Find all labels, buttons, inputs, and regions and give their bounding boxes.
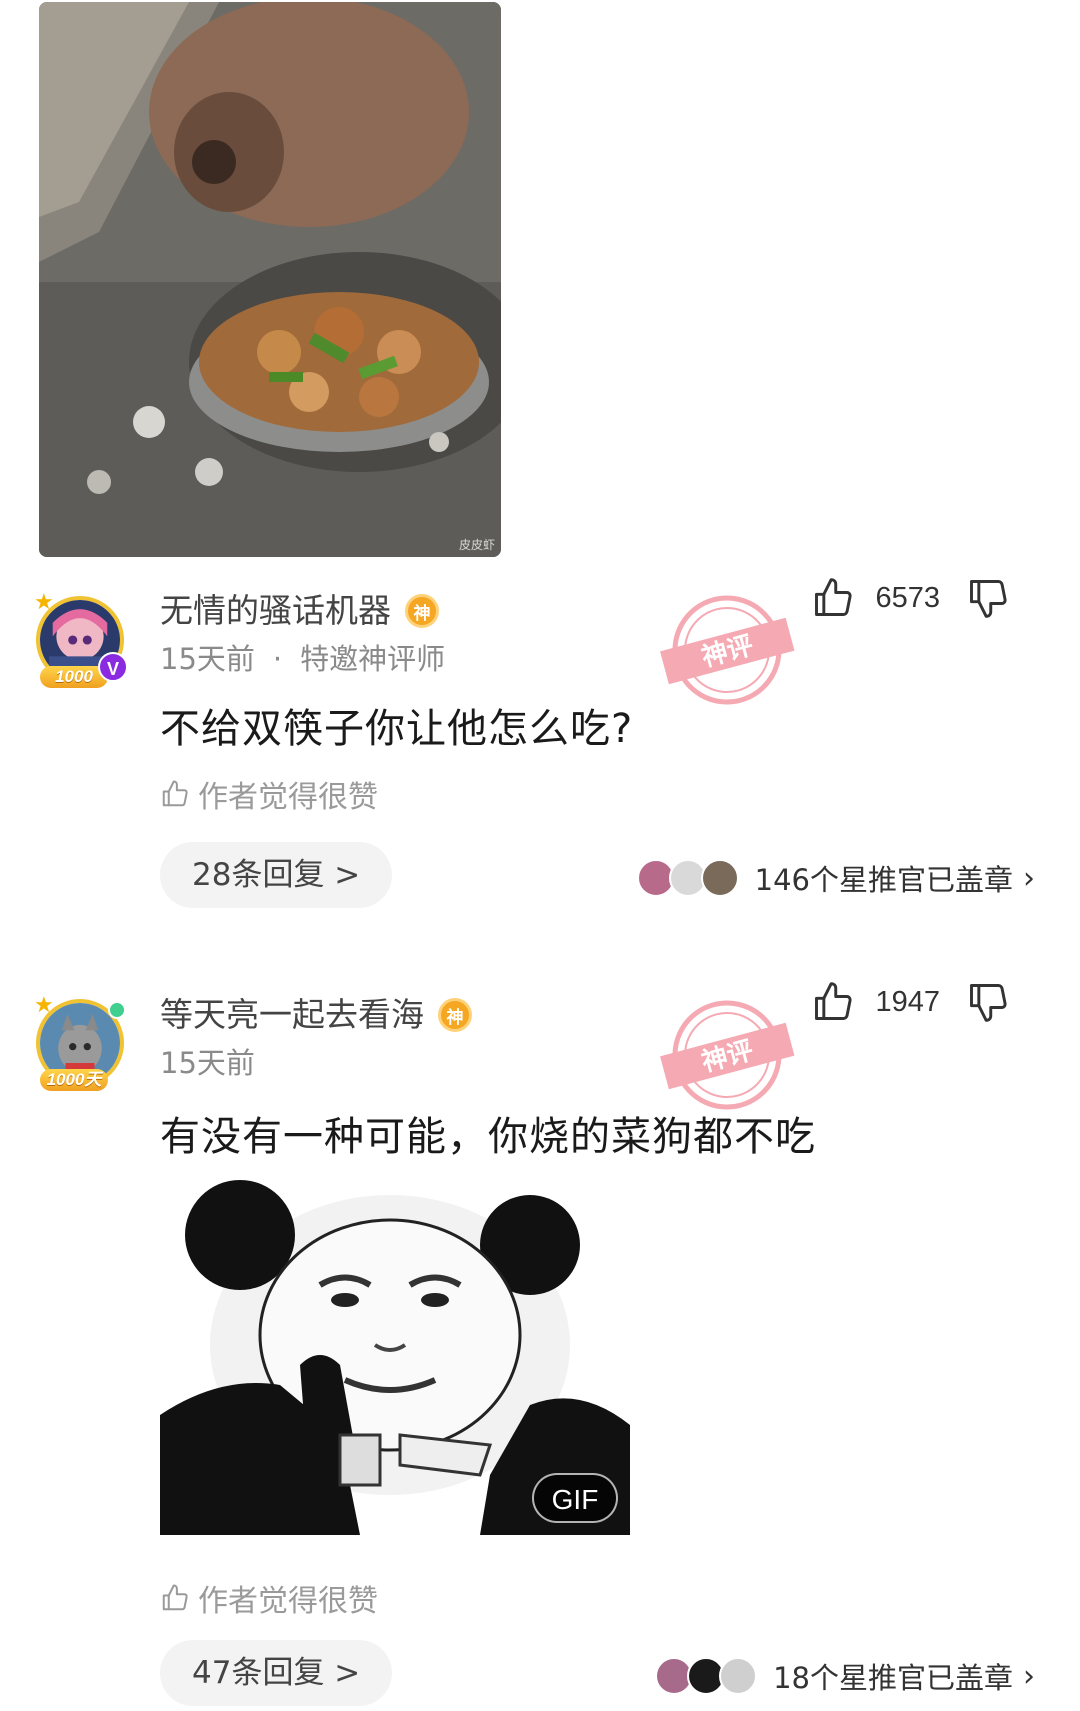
stampers-text: 146个星推官已盖章 xyxy=(754,863,1013,897)
vote-box: 1947 xyxy=(811,980,1010,1024)
gif-image[interactable]: GIF xyxy=(160,1175,630,1535)
meta-separator: · xyxy=(272,642,283,676)
stamper-avatars xyxy=(655,1657,758,1695)
user-tag: 特邀神评师 xyxy=(300,642,446,676)
shen-badge-icon: 神 xyxy=(438,998,472,1032)
comment-text[interactable]: 不给双筷子你让他怎么吃? xyxy=(160,696,633,754)
avatar[interactable]: ★ 1000天 xyxy=(30,993,130,1093)
stamp-text: 神评 xyxy=(699,631,757,673)
vote-box: 6573 xyxy=(811,576,1010,620)
username[interactable]: 等天亮一起去看海神 xyxy=(160,988,472,1036)
avatar-days-badge: 1000天 xyxy=(40,1069,108,1091)
avatar[interactable]: ★ 1000 V xyxy=(30,590,130,690)
stamper-avatar xyxy=(719,1657,758,1695)
vip-badge: V xyxy=(98,652,128,682)
replies-button[interactable]: 47条回复 > xyxy=(160,1640,393,1706)
thumbs-up-icon[interactable] xyxy=(811,576,855,620)
shenping-stamp: 神评 xyxy=(660,595,795,705)
comment-text[interactable]: 有没有一种可能，你烧的菜狗都不吃 xyxy=(160,1104,816,1162)
comment-meta: 15天前 · 特邀神评师 xyxy=(160,636,445,678)
username-text: 无情的骚话机器 xyxy=(160,591,391,630)
post-photo[interactable]: 皮皮虾 xyxy=(39,2,501,557)
chevron-right-icon: › xyxy=(1023,860,1035,896)
thumbs-up-outline-icon xyxy=(162,780,188,807)
comment-time: 15天前 xyxy=(160,642,255,676)
like-count: 1947 xyxy=(875,985,940,1018)
stamp-text: 神评 xyxy=(699,1036,757,1078)
username[interactable]: 无情的骚话机器神 xyxy=(160,584,439,632)
thumbs-down-icon[interactable] xyxy=(966,980,1010,1024)
star-icon: ★ xyxy=(34,590,54,615)
shenping-stamp: 神评 xyxy=(660,1000,795,1110)
stampers-row[interactable]: 146个星推官已盖章 › xyxy=(636,857,1035,899)
stamper-avatar xyxy=(700,859,739,897)
online-status-icon xyxy=(108,1001,126,1019)
comment-meta: 15天前 xyxy=(160,1040,255,1082)
author-liked-text: 作者觉得很赞 xyxy=(198,780,378,815)
chevron-right-icon: › xyxy=(1023,1658,1035,1694)
gif-label: GIF xyxy=(532,1473,618,1523)
like-count: 6573 xyxy=(875,581,940,614)
thumbs-up-icon[interactable] xyxy=(811,980,855,1024)
shen-badge-icon: 神 xyxy=(405,594,439,628)
author-liked: 作者觉得很赞 xyxy=(160,1576,378,1620)
stampers-row[interactable]: 18个星推官已盖章 › xyxy=(655,1655,1035,1697)
stamper-avatars xyxy=(636,859,739,897)
username-text: 等天亮一起去看海 xyxy=(160,995,424,1034)
comment-time: 15天前 xyxy=(160,1046,255,1080)
thumbs-down-icon[interactable] xyxy=(966,576,1010,620)
replies-button[interactable]: 28条回复 > xyxy=(160,842,393,908)
thumbs-up-outline-icon xyxy=(162,1584,188,1611)
author-liked-text: 作者觉得很赞 xyxy=(198,1584,378,1619)
photo-watermark: 皮皮虾 xyxy=(458,538,495,552)
stampers-text: 18个星推官已盖章 xyxy=(773,1661,1013,1695)
star-icon: ★ xyxy=(34,993,54,1018)
author-liked: 作者觉得很赞 xyxy=(160,772,378,816)
